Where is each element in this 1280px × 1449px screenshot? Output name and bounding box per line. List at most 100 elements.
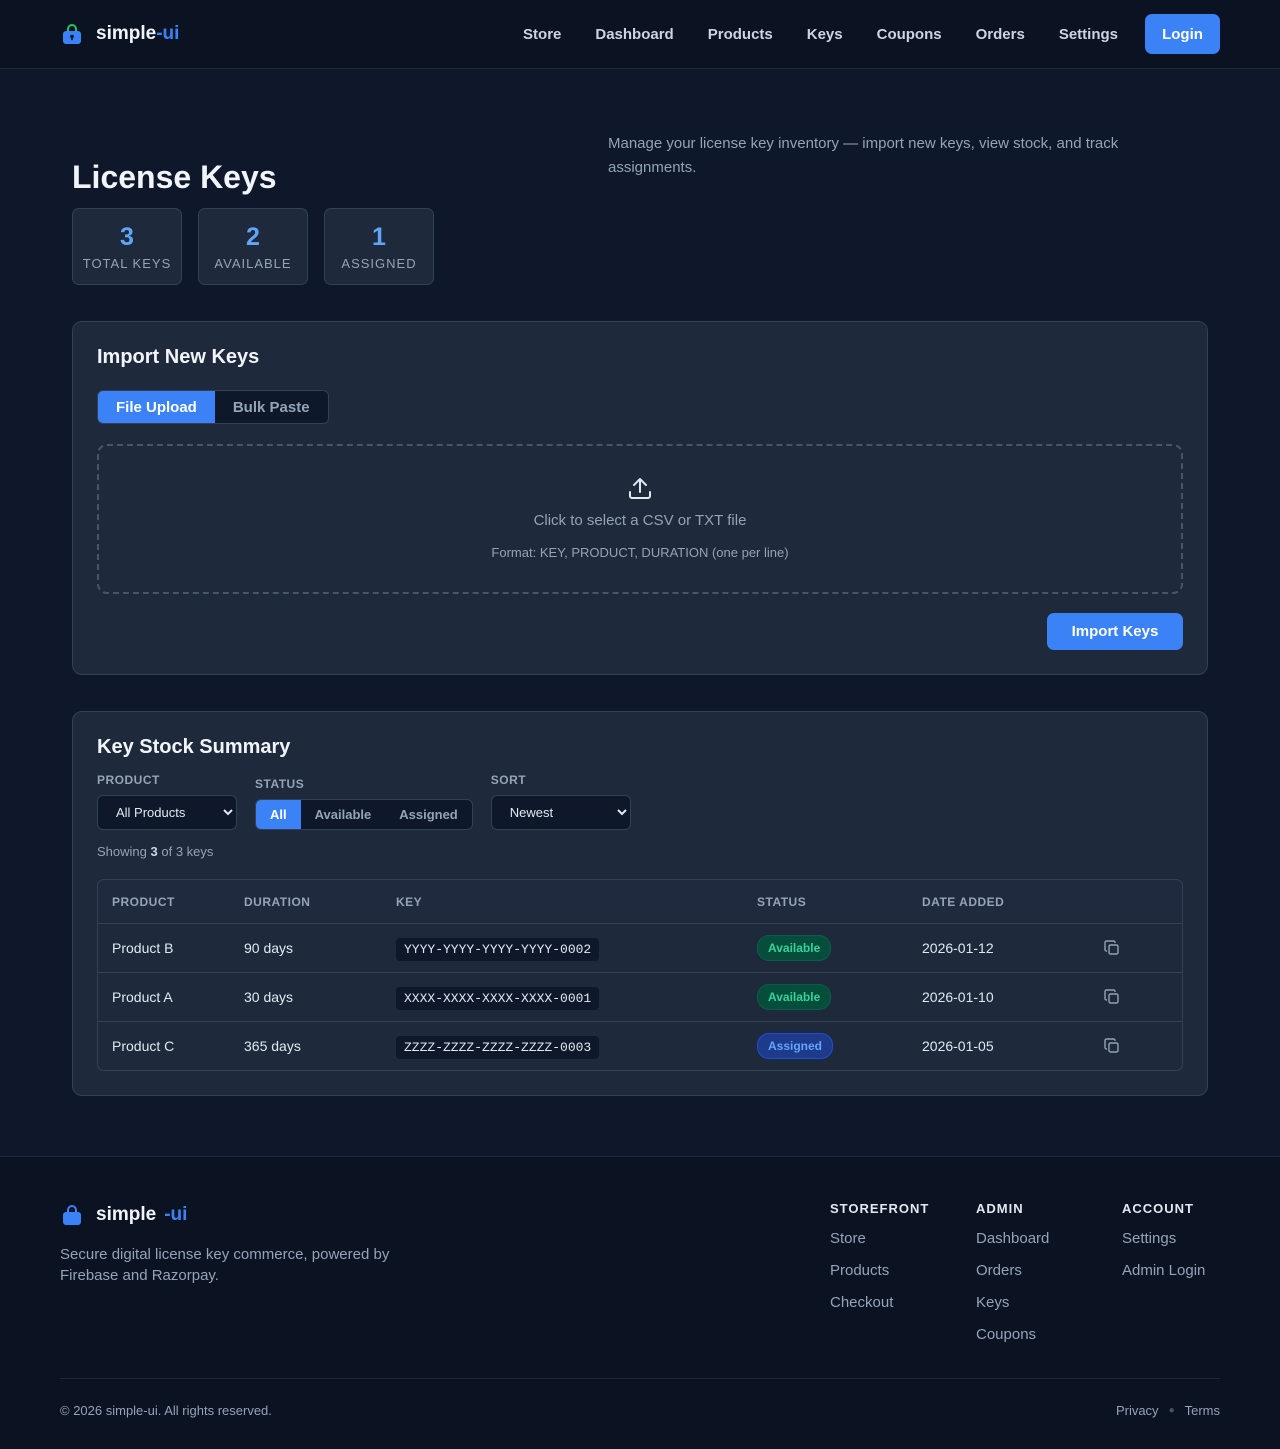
copy-icon[interactable] [1104,1038,1120,1054]
import-keys-card: Import New Keys File Upload Bulk Paste C… [72,321,1208,675]
cell-actions [1104,1038,1164,1054]
import-title: Import New Keys [97,346,260,368]
cell-duration: 30 days [244,989,294,1005]
footer-brand-name: simple [96,1204,157,1225]
nav-dashboard[interactable]: Dashboard [595,26,673,43]
cell-product: Product B [112,940,174,956]
status-chip-all[interactable]: All [256,800,301,829]
footer-link-dashboard[interactable]: Dashboard [976,1230,1049,1248]
footer-link-terms[interactable]: Terms [1185,1403,1220,1418]
copy-icon[interactable] [1104,940,1120,956]
summary-title: Key Stock Summary [97,736,291,758]
cell-status: Available [757,935,922,961]
footer-link-checkout[interactable]: Checkout [830,1294,929,1312]
license-key-code[interactable]: ZZZZ-ZZZZ-ZZZZ-ZZZZ-0003 [396,1035,600,1059]
product-filter-label: PRODUCT [97,773,160,787]
col-duration[interactable]: DURATION [244,895,396,909]
key-stock-summary-card: Key Stock Summary PRODUCT All Products S… [72,711,1208,1096]
col-product[interactable]: PRODUCT [98,895,244,909]
footer-link-admin-login[interactable]: Admin Login [1122,1262,1205,1280]
footer-link-privacy[interactable]: Privacy [1116,1403,1159,1418]
stat-value: 2 [246,223,260,251]
table-row: Product C 365 days ZZZZ-ZZZZ-ZZZZ-ZZZZ-0… [98,1021,1182,1070]
col-key[interactable]: KEY [396,895,757,909]
stat-assigned: 1 ASSIGNED [324,208,434,285]
sort-select[interactable]: Newest [490,795,631,830]
footer-brand[interactable]: simple -ui [60,1203,187,1227]
sort-filter-label: SORT [490,773,527,787]
brand-logo[interactable]: simple-ui [60,22,179,46]
product-select[interactable]: All Products [97,795,237,830]
footer-brand-accent: -ui [164,1204,188,1225]
table-row: Product B 90 days YYYY-YYYY-YYYY-YYYY-00… [98,923,1182,972]
nav-settings[interactable]: Settings [1059,26,1118,43]
main-content: License Keys Manage your license key inv… [0,69,1280,1096]
filter-bar: PRODUCT All Products STATUS All Availabl… [97,773,1183,830]
tab-bulk-paste[interactable]: Bulk Paste [214,391,328,423]
footer-link-coupons[interactable]: Coupons [976,1326,1049,1344]
shopping-bag-lock-icon [63,24,81,44]
cell-product: Product C [112,1038,175,1054]
status-chip-assigned[interactable]: Assigned [385,800,472,829]
status-chip-available[interactable]: Available [301,800,386,829]
status-badge: Available [757,984,832,1010]
col-status[interactable]: STATUS [757,895,922,909]
brand-accent: -ui [156,23,180,44]
showing-suffix: of 3 keys [161,844,214,859]
footer-col-storefront: STOREFRONT Store Products Checkout [830,1201,929,1326]
stat-total-keys: 3 TOTAL KEYS [72,208,182,285]
footer-col-account: ACCOUNT Settings Admin Login [1122,1201,1205,1294]
page-header: License Keys Manage your license key inv… [72,69,1208,321]
cell-date: 2026-01-05 [922,1038,994,1054]
license-key-code[interactable]: YYYY-YYYY-YYYY-YYYY-0002 [396,937,600,961]
cell-actions [1104,940,1164,956]
dropzone-format-hint: Format: KEY, PRODUCT, DURATION (one per … [491,545,789,560]
tab-file-upload[interactable]: File Upload [98,391,215,423]
footer-link-products[interactable]: Products [830,1262,929,1280]
footer-copyright: © 2026 simple-ui. All rights reserved. [60,1403,272,1418]
stat-label: AVAILABLE [214,256,292,271]
license-key-code[interactable]: XXXX-XXXX-XXXX-XXXX-0001 [396,986,600,1010]
showing-count: Showing 3 of 3 keys [97,844,1183,859]
cell-duration: 365 days [244,1038,301,1054]
footer-link-orders[interactable]: Orders [976,1262,1049,1280]
page-title: License Keys [72,159,277,195]
upload-icon [629,478,651,499]
stat-label: TOTAL KEYS [82,256,172,271]
stat-value: 1 [372,223,386,251]
footer-link-keys[interactable]: Keys [976,1294,1049,1312]
cell-key: ZZZZ-ZZZZ-ZZZZ-ZZZZ-0003 [396,1035,757,1059]
stat-available: 2 AVAILABLE [198,208,308,285]
import-mode-tabs: File Upload Bulk Paste [97,390,329,424]
footer-col-title: STOREFRONT [830,1201,930,1216]
footer-col-title: ACCOUNT [1122,1201,1194,1216]
cell-status: Assigned [757,1033,922,1059]
nav-orders[interactable]: Orders [976,26,1025,43]
copy-icon[interactable] [1104,989,1120,1005]
file-dropzone[interactable]: Click to select a CSV or TXT file Format… [97,444,1183,594]
shopping-bag-lock-icon [63,1205,81,1225]
footer-divider [60,1378,1220,1379]
brand-name: simple [96,23,157,44]
footer-link-settings[interactable]: Settings [1122,1230,1205,1248]
import-keys-button[interactable]: Import Keys [1047,613,1183,650]
status-chips: All Available Assigned [255,799,473,830]
top-navbar: simple-ui Store Dashboard Products Keys … [0,0,1280,69]
nav-store[interactable]: Store [523,26,561,43]
status-filter: STATUS All Available Assigned [255,777,473,830]
nav-keys[interactable]: Keys [807,26,843,43]
cell-key: YYYY-YYYY-YYYY-YYYY-0002 [396,937,757,961]
nav-coupons[interactable]: Coupons [877,26,942,43]
status-badge: Assigned [757,1033,834,1059]
nav-products[interactable]: Products [708,26,773,43]
page-description: Manage your license key inventory — impo… [608,135,1119,176]
col-date-added[interactable]: DATE ADDED [922,895,1104,909]
showing-prefix: Showing [97,844,147,859]
cell-actions [1104,989,1164,1005]
cell-duration: 90 days [244,940,294,956]
footer-link-store[interactable]: Store [830,1230,929,1248]
cell-date: 2026-01-10 [922,989,994,1005]
stat-value: 3 [120,223,134,251]
status-filter-label: STATUS [255,777,305,791]
login-button[interactable]: Login [1145,14,1220,54]
